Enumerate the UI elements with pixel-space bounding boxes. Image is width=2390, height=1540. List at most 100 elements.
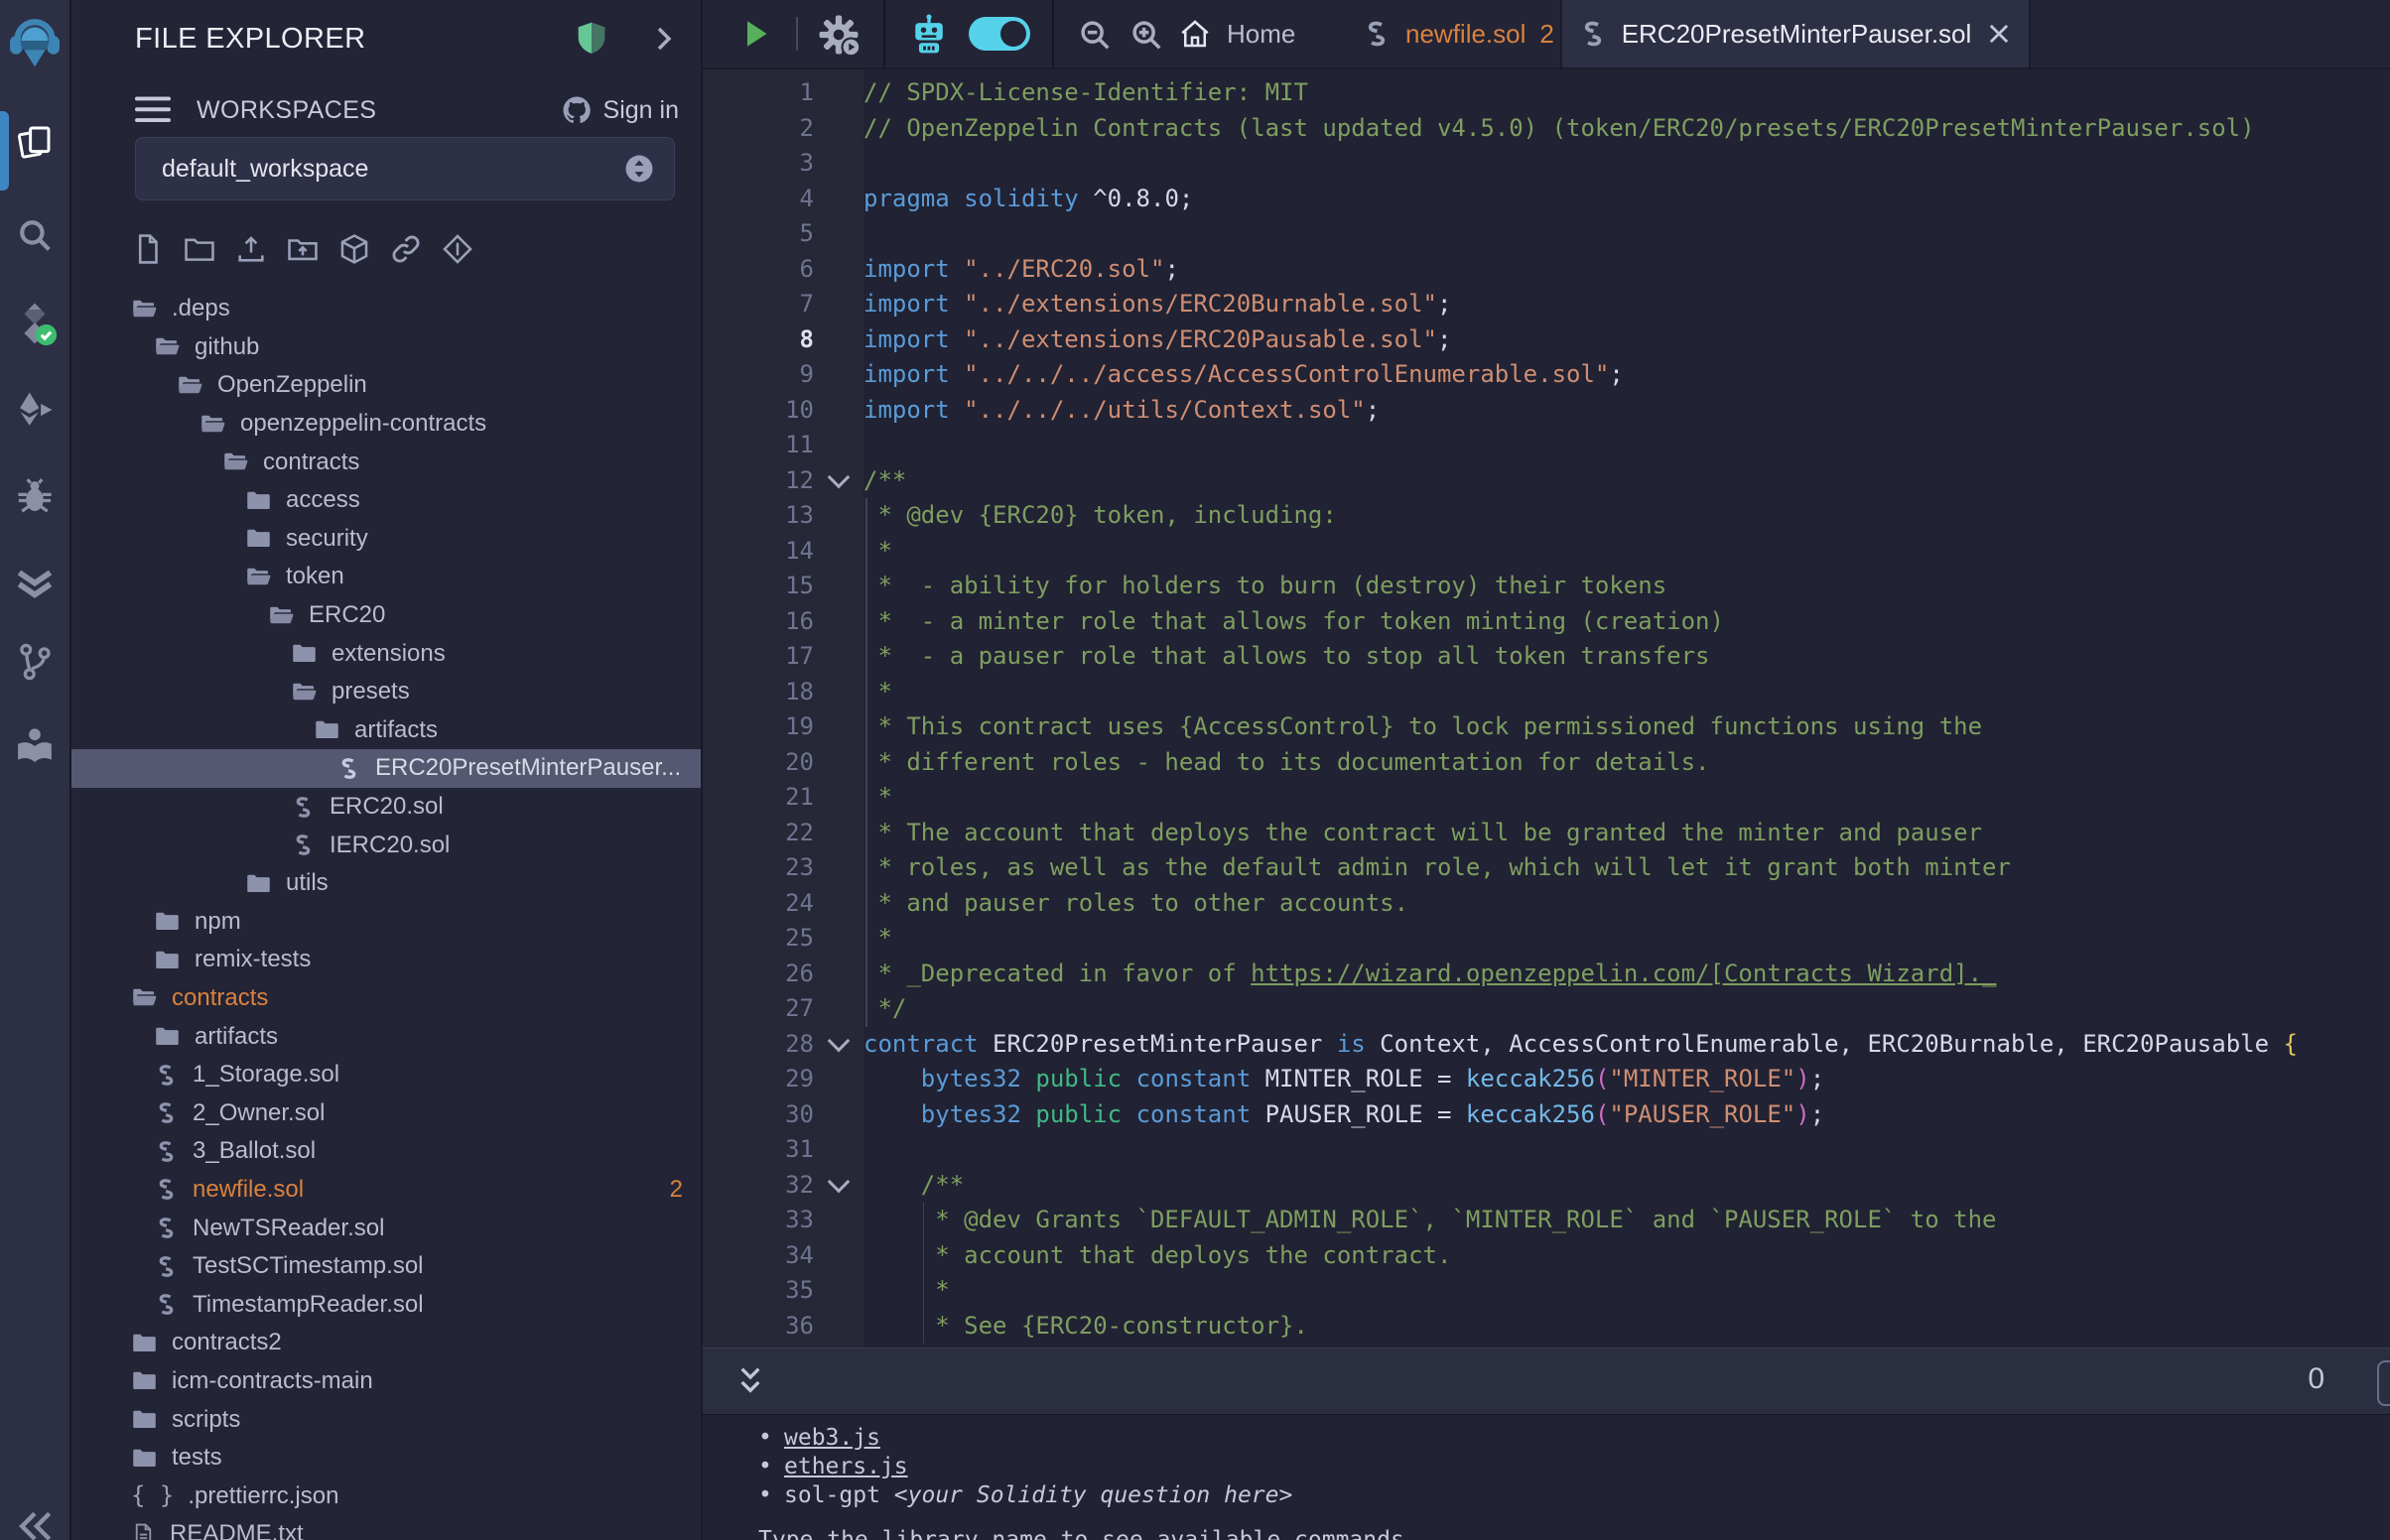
code-line[interactable]: 15 * - ability for holders to burn (dest… <box>703 569 2390 604</box>
line-number[interactable]: 10 <box>703 393 814 429</box>
line-number[interactable]: 25 <box>703 921 814 957</box>
tree-item[interactable]: 2_Owner.sol <box>71 1093 703 1132</box>
line-number[interactable]: 15 <box>703 569 814 604</box>
line-number[interactable]: 1 <box>703 75 814 111</box>
terminal-link[interactable]: web3.js <box>784 1425 880 1451</box>
line-number[interactable]: 2 <box>703 111 814 147</box>
code-line[interactable]: 14 * <box>703 534 2390 570</box>
tab-erc20-preset[interactable]: ERC20PresetMinterPauser.sol <box>1560 0 2031 67</box>
code-line[interactable]: 10import "../../../utils/Context.sol"; <box>703 393 2390 429</box>
tree-item[interactable]: OpenZeppelin <box>71 366 703 405</box>
code-line[interactable]: 28contract ERC20PresetMinterPauser is Co… <box>703 1027 2390 1063</box>
search-icon[interactable] <box>0 214 69 256</box>
terminal-link[interactable]: ethers.js <box>784 1454 908 1479</box>
line-number[interactable]: 8 <box>703 322 814 358</box>
code-line[interactable]: 1// SPDX-License-Identifier: MIT <box>703 75 2390 111</box>
tree-item[interactable]: icm-contracts-main <box>71 1362 703 1401</box>
cube-icon[interactable] <box>337 232 371 266</box>
run-script-icon[interactable] <box>738 16 774 52</box>
line-number[interactable]: 35 <box>703 1273 814 1309</box>
code-line[interactable]: 34 * account that deploys the contract. <box>703 1238 2390 1274</box>
tree-item[interactable]: scripts <box>71 1400 703 1439</box>
line-number[interactable]: 11 <box>703 428 814 463</box>
code-line[interactable]: 7import "../extensions/ERC20Burnable.sol… <box>703 287 2390 322</box>
link-icon[interactable] <box>389 232 423 266</box>
tree-item[interactable]: token <box>71 558 703 596</box>
new-file-icon[interactable] <box>131 232 165 266</box>
code-line[interactable]: 29 bytes32 public constant MINTER_ROLE =… <box>703 1062 2390 1097</box>
new-folder-icon[interactable] <box>183 232 216 266</box>
code-line[interactable]: 23 * roles, as well as the default admin… <box>703 850 2390 886</box>
code-line[interactable]: 18 * <box>703 675 2390 710</box>
shield-icon[interactable] <box>572 18 611 60</box>
line-number[interactable]: 16 <box>703 604 814 640</box>
close-icon[interactable] <box>1985 20 2013 48</box>
upload-file-icon[interactable] <box>234 232 268 266</box>
hamburger-menu-icon[interactable] <box>135 96 171 124</box>
line-number[interactable]: 6 <box>703 252 814 288</box>
line-number[interactable]: 5 <box>703 216 814 252</box>
code-line[interactable]: 21 * <box>703 780 2390 816</box>
collapse-sidebar-icon[interactable] <box>0 1506 69 1540</box>
tree-item[interactable]: .deps <box>71 290 703 328</box>
code-line[interactable]: 30 bytes32 public constant PAUSER_ROLE =… <box>703 1097 2390 1133</box>
line-number[interactable]: 14 <box>703 534 814 570</box>
tree-item[interactable]: presets <box>71 673 703 711</box>
solidity-compiler-icon[interactable] <box>0 300 69 347</box>
tree-item[interactable]: README.txt <box>71 1515 703 1540</box>
tree-item[interactable]: access <box>71 481 703 520</box>
tree-item[interactable]: openzeppelin-contracts <box>71 405 703 444</box>
code-line[interactable]: 3 <box>703 146 2390 182</box>
ai-toggle[interactable] <box>969 17 1030 51</box>
static-analysis-icon[interactable] <box>0 562 69 605</box>
tab-newfile[interactable]: newfile.sol 2 <box>1362 0 1554 67</box>
line-number[interactable]: 27 <box>703 991 814 1027</box>
upload-folder-icon[interactable] <box>286 232 320 266</box>
tree-item[interactable]: TimestampReader.sol <box>71 1285 703 1324</box>
workspace-select[interactable]: default_workspace <box>135 137 675 200</box>
terminal-search-box[interactable] <box>2377 1360 2390 1406</box>
line-number[interactable]: 34 <box>703 1238 814 1274</box>
tree-item[interactable]: contracts2 <box>71 1324 703 1362</box>
code-line[interactable]: 20 * different roles - head to its docum… <box>703 745 2390 781</box>
tree-item[interactable]: npm <box>71 903 703 942</box>
tree-item[interactable]: IERC20.sol <box>71 826 703 864</box>
code-line[interactable]: 6import "../ERC20.sol"; <box>703 252 2390 288</box>
code-line[interactable]: 31 <box>703 1132 2390 1168</box>
code-line[interactable]: 27 */ <box>703 991 2390 1027</box>
tree-item[interactable]: 3_Ballot.sol <box>71 1132 703 1171</box>
code-line[interactable]: 25 * <box>703 921 2390 957</box>
expand-terminal-icon[interactable] <box>730 1362 770 1402</box>
tree-item[interactable]: TestSCTimestamp.sol <box>71 1247 703 1286</box>
code-line[interactable]: 8import "../extensions/ERC20Pausable.sol… <box>703 322 2390 358</box>
line-number[interactable]: 9 <box>703 357 814 393</box>
code-line[interactable]: 2// OpenZeppelin Contracts (last updated… <box>703 111 2390 147</box>
line-number[interactable]: 17 <box>703 639 814 675</box>
code-line[interactable]: 33 * @dev Grants `DEFAULT_ADMIN_ROLE`, `… <box>703 1203 2390 1238</box>
line-number[interactable]: 33 <box>703 1203 814 1238</box>
line-number[interactable]: 19 <box>703 709 814 745</box>
line-number[interactable]: 26 <box>703 957 814 992</box>
code-line[interactable]: 12/** <box>703 463 2390 499</box>
code-line[interactable]: 36 * See {ERC20-constructor}. <box>703 1309 2390 1345</box>
fold-chevron-icon[interactable] <box>828 466 851 489</box>
tree-item[interactable]: contracts <box>71 979 703 1018</box>
chevron-right-icon[interactable] <box>647 23 679 55</box>
line-number[interactable]: 7 <box>703 287 814 322</box>
deploy-run-icon[interactable] <box>0 389 69 431</box>
debugger-icon[interactable] <box>0 476 69 518</box>
tab-home[interactable]: Home <box>1177 0 1295 67</box>
tree-item[interactable]: artifacts <box>71 711 703 750</box>
code-line[interactable]: 24 * and pauser roles to other accounts. <box>703 886 2390 922</box>
zoom-out-icon[interactable] <box>1076 16 1114 54</box>
line-number[interactable]: 4 <box>703 182 814 217</box>
tree-item[interactable]: github <box>71 328 703 367</box>
tree-item[interactable]: { }.prettierrc.json <box>71 1476 703 1515</box>
line-number[interactable]: 12 <box>703 463 814 499</box>
tree-item[interactable]: ERC20.sol <box>71 788 703 827</box>
code-line[interactable]: 16 * - a minter role that allows for tok… <box>703 604 2390 640</box>
tree-item[interactable]: newfile.sol2 <box>71 1171 703 1210</box>
line-number[interactable]: 30 <box>703 1097 814 1133</box>
code-line[interactable]: 9import "../../../access/AccessControlEn… <box>703 357 2390 393</box>
tree-item[interactable]: tests <box>71 1439 703 1477</box>
